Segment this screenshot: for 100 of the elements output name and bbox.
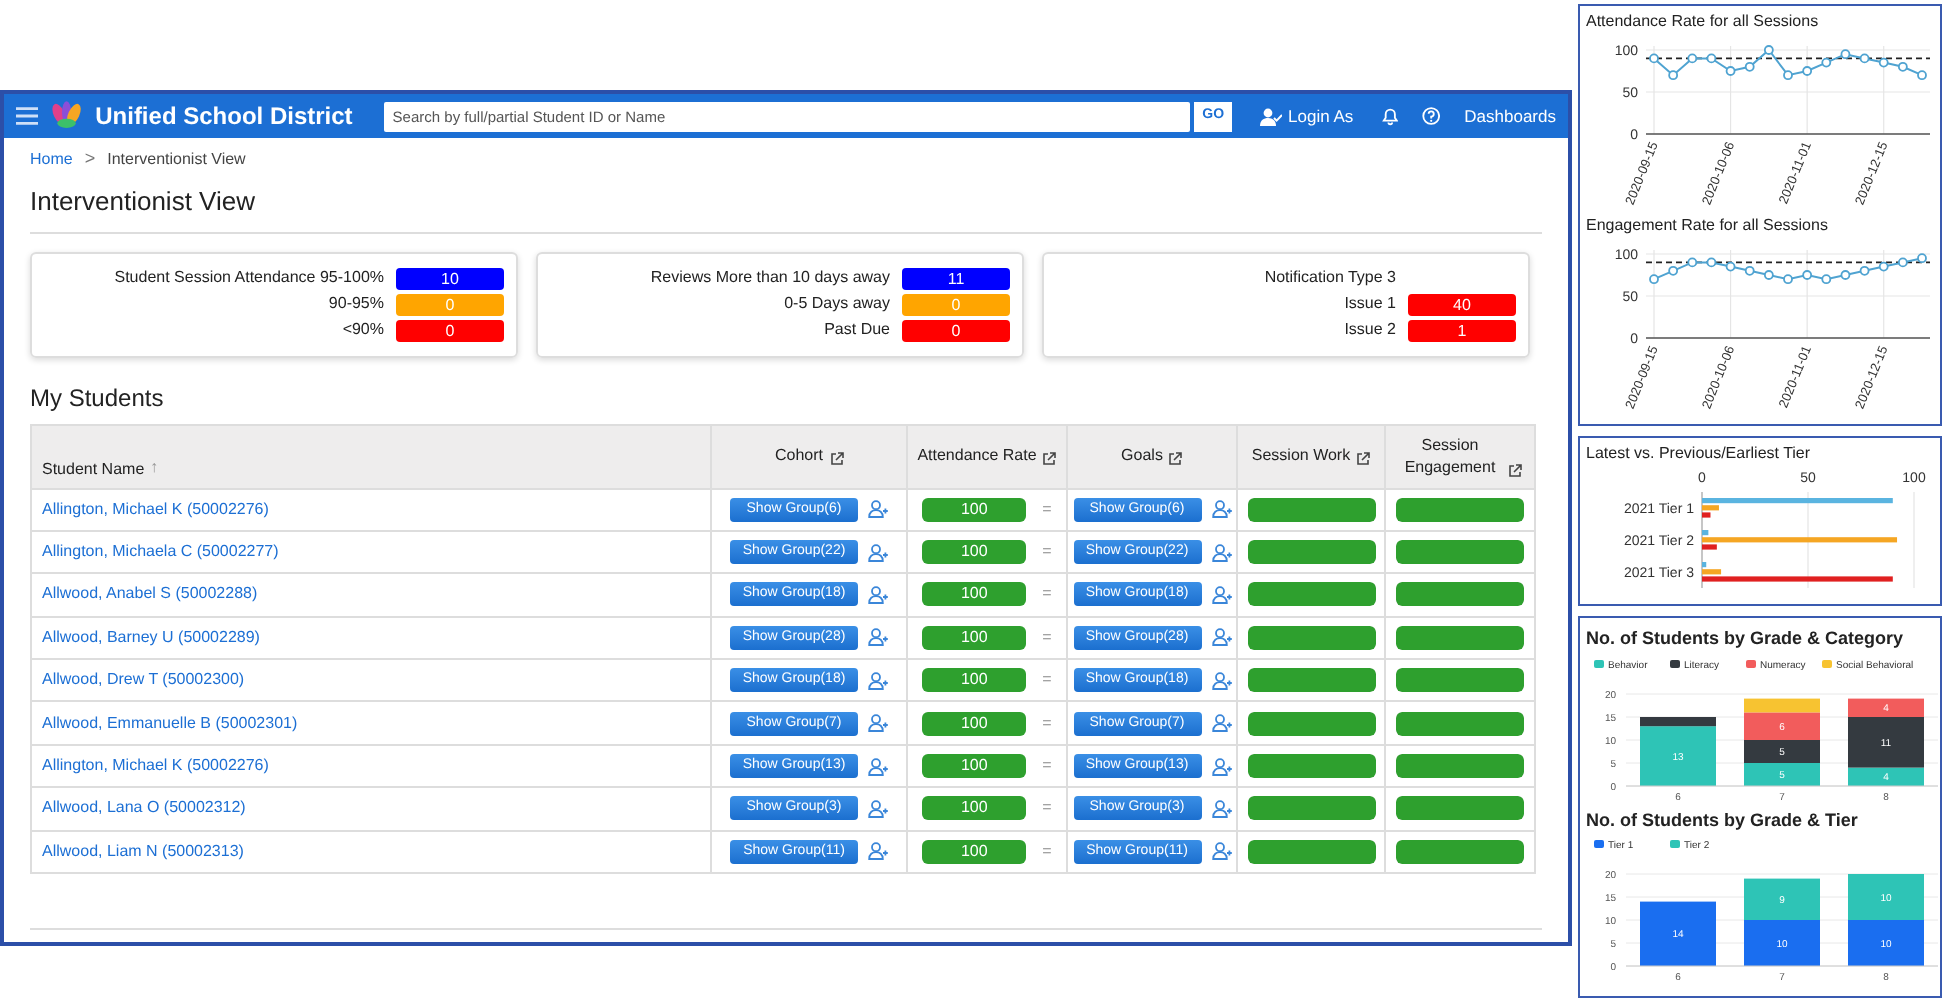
data-point (1878, 57, 1889, 68)
trend-indicator: = (1042, 839, 1052, 864)
trend-indicator: = (1042, 711, 1052, 736)
trend-indicator: = (1042, 497, 1052, 522)
count-badge: 40 (1408, 293, 1516, 315)
data-point (1706, 53, 1717, 64)
data-point (1649, 53, 1659, 64)
chart-title: Engagement Rate for all Sessions (1586, 214, 1830, 238)
person-add-icon[interactable] (868, 714, 888, 733)
person-add-icon[interactable] (1211, 757, 1231, 776)
data-point (1821, 274, 1832, 285)
legend-swatch (1670, 659, 1680, 667)
column-header[interactable]: Goals (1121, 444, 1163, 466)
count-badge: 0 (396, 319, 504, 341)
summary-label: 90-95% (328, 292, 384, 316)
data-point (1763, 270, 1774, 280)
student-link[interactable]: Allwood, Lana O (50002312) (42, 798, 246, 817)
login-as-button[interactable]: Login As (1288, 103, 1354, 129)
legend-swatch (1822, 659, 1832, 667)
column-header[interactable]: Session Engagement (1398, 434, 1502, 478)
bell-icon[interactable] (1381, 106, 1398, 126)
bar (1744, 878, 1820, 920)
student-link[interactable]: Allwood, Emmanuelle B (50002301) (42, 713, 298, 732)
student-link[interactable]: Allwood, Barney U (50002289) (42, 627, 260, 646)
menu-icon[interactable] (16, 106, 39, 126)
column-header[interactable]: Attendance Rate (917, 444, 1037, 466)
person-add-icon[interactable] (1211, 543, 1231, 562)
person-add-icon[interactable] (1211, 585, 1231, 604)
logo-icon (50, 100, 84, 132)
data-point (1802, 66, 1813, 76)
count-badge: 1 (1408, 319, 1516, 341)
data-point (1917, 70, 1927, 81)
bar (1744, 920, 1820, 966)
chart-title: No. of Students by Grade & Tier (1586, 807, 1860, 834)
attendance-badge: 100 (922, 625, 1027, 650)
person-add-icon[interactable] (868, 543, 888, 562)
data-point (1802, 270, 1813, 280)
legend-swatch (1670, 840, 1680, 848)
sort-indicator[interactable]: ↑ (150, 455, 159, 479)
data-point (1859, 265, 1870, 276)
student-link[interactable]: Allington, Michaela C (50002277) (42, 542, 279, 561)
person-add-icon[interactable] (868, 500, 888, 519)
data-point (1840, 270, 1851, 280)
breadcrumb-current: Interventionist View (107, 148, 246, 172)
student-link[interactable]: Allwood, Liam N (50002313) (42, 841, 244, 860)
data-point (1706, 257, 1717, 268)
person-add-icon[interactable] (1211, 500, 1231, 519)
bar (1848, 874, 1924, 920)
data-point (1763, 45, 1774, 55)
dashboards-link[interactable]: Dashboards (1464, 103, 1556, 129)
trend-indicator: = (1042, 540, 1052, 565)
person-add-icon[interactable] (1211, 714, 1231, 733)
bar (1744, 762, 1820, 785)
trend-indicator: = (1042, 625, 1052, 650)
chart-title: No. of Students by Grade & Category (1586, 626, 1906, 652)
data-point (1668, 265, 1679, 276)
column-header[interactable]: Student Name (42, 457, 145, 479)
attendance-badge: 100 (922, 711, 1027, 736)
person-add-icon[interactable] (868, 842, 888, 861)
person-add-icon[interactable] (1211, 628, 1231, 647)
trend-indicator: = (1042, 582, 1052, 607)
student-link[interactable]: Allington, Michael K (50002276) (42, 499, 269, 518)
help-icon[interactable] (1421, 106, 1441, 126)
student-link[interactable]: Allington, Michael K (50002276) (42, 756, 269, 775)
person-add-icon[interactable] (868, 757, 888, 776)
attendance-badge: 100 (922, 754, 1027, 779)
person-add-icon[interactable] (868, 628, 888, 647)
count-badge: 10 (396, 267, 504, 289)
data-point (1744, 265, 1755, 276)
person-add-icon[interactable] (1211, 842, 1231, 861)
attendance-badge: 100 (922, 796, 1027, 821)
person-add-icon[interactable] (1211, 799, 1231, 818)
legend-swatch (1746, 659, 1756, 667)
data-point (1783, 70, 1793, 81)
chart-title: Latest vs. Previous/Earliest Tier (1586, 442, 1813, 466)
column-header[interactable]: Session Work (1251, 444, 1351, 466)
data-point (1840, 49, 1851, 60)
person-add-icon[interactable] (868, 799, 888, 818)
data-point (1917, 253, 1927, 264)
trend-indicator: = (1042, 796, 1052, 821)
summary-label: Notification Type 3 (1264, 266, 1396, 290)
student-link[interactable]: Allwood, Drew T (50002300) (42, 670, 245, 689)
data-point (1725, 261, 1736, 272)
summary-label: Issue 1 (1344, 292, 1396, 316)
breadcrumb-link[interactable]: Home (30, 148, 73, 172)
breadcrumb-separator: > (84, 146, 96, 173)
person-add-icon[interactable] (868, 671, 888, 690)
count-badge: 0 (902, 319, 1010, 341)
person-add-icon[interactable] (1211, 671, 1231, 690)
summary-label: Reviews More than 10 days away (650, 266, 890, 290)
summary-label: Past Due (824, 318, 890, 342)
legend-swatch (1594, 659, 1604, 667)
summary-label: 0-5 Days away (784, 292, 890, 316)
data-point (1744, 61, 1755, 72)
data-point (1878, 261, 1889, 272)
bar (1744, 739, 1820, 762)
person-add-icon[interactable] (868, 585, 888, 604)
attendance-badge: 100 (922, 497, 1027, 522)
column-header[interactable]: Cohort (774, 444, 823, 466)
student-link[interactable]: Allwood, Anabel S (50002288) (42, 584, 258, 603)
